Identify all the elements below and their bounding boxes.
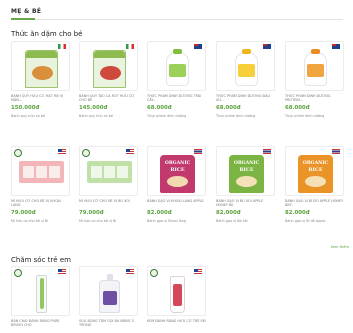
product-image[interactable]: ORGANIC RICE: [216, 146, 275, 196]
body-wash-bottle: [99, 274, 120, 313]
product-image[interactable]: [11, 266, 70, 316]
product-card[interactable]: ORGANIC RICE BÁNH GẠO VỊ BÍ ĐỎ APPLE HON…: [285, 146, 344, 223]
fruit-pouch-green: [166, 49, 189, 86]
section-title: Chăm sóc trẻ em: [11, 256, 71, 264]
product-name[interactable]: MÌ HỮU CƠ CHO BÉ VỊ KHOAI LANG: [11, 199, 70, 208]
product-price: 79.000đ: [11, 210, 36, 216]
cookie-pouch-green: [25, 50, 58, 88]
usda-organic-icon: [150, 269, 158, 277]
product-meta: Thực phẩm dinh dưỡng: [285, 114, 325, 118]
australia-flag-icon: [263, 44, 271, 49]
australia-flag-icon: [194, 44, 202, 49]
product-image[interactable]: [147, 41, 206, 91]
product-image[interactable]: [79, 146, 138, 196]
category-header: MẸ & BÉ: [0, 0, 353, 20]
fruit-pouch-yellow: [235, 49, 258, 86]
product-card[interactable]: THỨC PHẨM DINH DƯỠNG PROTEIN... 68.000đ …: [285, 41, 344, 118]
usa-flag-icon: [126, 269, 134, 274]
product-price: 68.000đ: [285, 105, 310, 111]
thailand-flag-icon: [194, 149, 202, 154]
usda-organic-icon: [14, 269, 22, 277]
italy-flag-icon: [126, 44, 134, 49]
product-meta: Mì hữu cơ cho bé vị Bí: [11, 219, 49, 223]
product-card[interactable]: MÌ HỮU CƠ CHO BÉ VỊ BÓ XÔI 79.000đ Mì hữ…: [79, 146, 138, 223]
thailand-flag-icon: [332, 149, 340, 154]
section-title: Thức ăn dặm cho bé: [11, 30, 83, 38]
product-name[interactable]: THỨC PHẨM DINH DƯỠNG TRÁI CÂY...: [147, 94, 206, 103]
product-meta: Bánh quy hữu cơ bé: [11, 114, 45, 118]
product-name[interactable]: BÁNH GẠO VỊ KHOAI LANG APPLE: [147, 199, 206, 208]
category-title: MẸ & BÉ: [11, 8, 42, 15]
toothpaste-tube: [170, 276, 185, 313]
product-name[interactable]: BÁNH GẠO VỊ BÓ XÔI APPLE HONEY BE: [216, 199, 275, 208]
product-image[interactable]: [285, 41, 344, 91]
product-card[interactable]: SỮA BỌNG TẮM GỘI ĐA NĂNG 3 TRONG: [79, 266, 138, 328]
product-card[interactable]: KEM ĐÁNH RĂNG HỮU CƠ TRẺ EM: [147, 266, 206, 328]
product-image[interactable]: [79, 41, 138, 91]
product-meta: Bánh gạo vị Bí đỏ Apple: [285, 219, 326, 223]
product-image[interactable]: [11, 41, 70, 91]
rice-cracker-orange: ORGANIC RICE: [298, 155, 333, 193]
product-image[interactable]: [147, 266, 206, 316]
product-card[interactable]: BÀN CHẢI ĐÁNH RĂNG PURE BRUSH CHO: [11, 266, 70, 328]
product-meta: Bánh gạo vị Bó xôi: [216, 219, 248, 223]
product-price: 145.000đ: [79, 105, 108, 111]
australia-flag-icon: [332, 44, 340, 49]
product-price: 150.000đ: [11, 105, 40, 111]
product-card[interactable]: BÁNH QUY HỮU CƠ HẠT MỀ VỊ MẬN... 150.000…: [11, 41, 70, 118]
fruit-pouch-orange: [304, 49, 327, 86]
product-price: 82.000đ: [285, 210, 310, 216]
noodle-box-green: [87, 161, 132, 183]
rice-cracker-green: ORGANIC RICE: [229, 155, 264, 193]
product-name[interactable]: BÁNH GẠO VỊ BÍ ĐỎ APPLE HONEY BEE: [285, 199, 344, 208]
product-name[interactable]: KEM ĐÁNH RĂNG HỮU CƠ TRẺ EM: [147, 319, 206, 328]
product-meta: Thực phẩm dinh dưỡng: [147, 114, 187, 118]
product-name[interactable]: THỨC PHẨM DINH DƯỠNG ĐẬU XỬ...: [216, 94, 275, 103]
usda-organic-icon: [82, 149, 90, 157]
usa-flag-icon: [126, 149, 134, 154]
product-meta: Thực phẩm dinh dưỡng: [216, 114, 256, 118]
product-name[interactable]: MÌ HỮU CƠ CHO BÉ VỊ BÓ XÔI: [79, 199, 138, 208]
toothbrush: [36, 275, 47, 313]
thailand-flag-icon: [263, 149, 271, 154]
product-meta: Bánh gạo vị Khoai lang: [147, 219, 187, 223]
product-name[interactable]: SỮA BỌNG TẮM GỘI ĐA NĂNG 3 TRONG: [79, 319, 138, 328]
product-meta: Bánh quy hữu cơ bé: [79, 114, 113, 118]
view-more-link[interactable]: Xem thêm: [330, 245, 349, 249]
product-image[interactable]: [216, 41, 275, 91]
cookie-pouch-red: [93, 50, 126, 88]
usda-organic-icon: [14, 149, 22, 157]
product-name[interactable]: BÁNH QUY TÁO CÀ RỐT HỮU CƠ CHO BÉ: [79, 94, 138, 103]
usa-flag-icon: [58, 269, 66, 274]
product-image[interactable]: [11, 146, 70, 196]
product-name[interactable]: THỨC PHẨM DINH DƯỠNG PROTEIN...: [285, 94, 344, 103]
product-meta: Mì hữu cơ cho bé vị Bí: [79, 219, 117, 223]
product-image[interactable]: ORGANIC RICE: [285, 146, 344, 196]
product-image[interactable]: ORGANIC RICE: [147, 146, 206, 196]
italy-flag-icon: [58, 44, 66, 49]
product-price: 82.000đ: [216, 210, 241, 216]
product-name[interactable]: BÀN CHẢI ĐÁNH RĂNG PURE BRUSH CHO: [11, 319, 70, 328]
product-card[interactable]: MÌ HỮU CƠ CHO BÉ VỊ KHOAI LANG 79.000đ M…: [11, 146, 70, 223]
product-card[interactable]: ORGANIC RICE BÁNH GẠO VỊ KHOAI LANG APPL…: [147, 146, 206, 223]
product-card[interactable]: THỨC PHẨM DINH DƯỠNG TRÁI CÂY... 68.000đ…: [147, 41, 206, 118]
category-divider: [11, 18, 343, 20]
product-image[interactable]: [79, 266, 138, 316]
product-price: 68.000đ: [147, 105, 172, 111]
product-price: 68.000đ: [216, 105, 241, 111]
product-card[interactable]: THỨC PHẨM DINH DƯỠNG ĐẬU XỬ... 68.000đ T…: [216, 41, 275, 118]
rice-cracker-pink: ORGANIC RICE: [160, 155, 195, 193]
product-price: 79.000đ: [79, 210, 104, 216]
product-name[interactable]: BÁNH QUY HỮU CƠ HẠT MỀ VỊ MẬN...: [11, 94, 70, 103]
product-price: 82.000đ: [147, 210, 172, 216]
noodle-box-pink: [19, 161, 64, 183]
usa-flag-icon: [194, 269, 202, 274]
usa-flag-icon: [58, 149, 66, 154]
product-card[interactable]: ORGANIC RICE BÁNH GẠO VỊ BÓ XÔI APPLE HO…: [216, 146, 275, 223]
product-card[interactable]: BÁNH QUY TÁO CÀ RỐT HỮU CƠ CHO BÉ 145.00…: [79, 41, 138, 118]
